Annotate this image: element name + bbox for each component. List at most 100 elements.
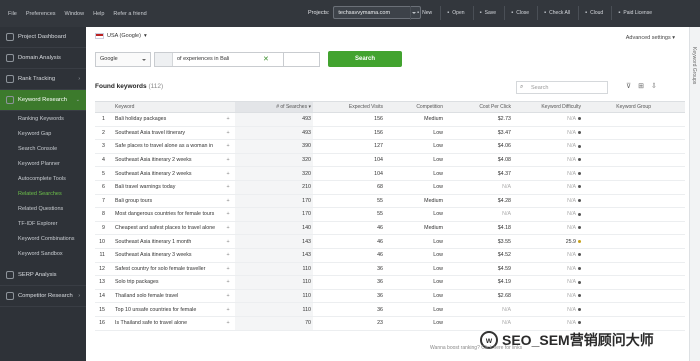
table-row[interactable]: 6 Bali travel warnings today +210 68 Low N/A N… [95, 180, 685, 195]
advanced-settings-link[interactable]: Advanced settings ▾ [626, 35, 675, 41]
header-visits[interactable]: Expected Visits [313, 104, 387, 110]
sidebar-item-keyword-research[interactable]: Keyword Research ⌄ [0, 90, 86, 111]
menu-item-window[interactable]: Window [65, 11, 85, 17]
export-icon[interactable]: ⇩ [651, 82, 657, 90]
header-keyword[interactable]: Keyword [107, 104, 221, 110]
sidebar-item-rank-tracking[interactable]: Rank Tracking › [0, 69, 86, 90]
keyword-cell[interactable]: Safe places to travel alone as a woman i… [107, 143, 221, 149]
add-keyword-icon[interactable]: + [221, 198, 235, 204]
table-row[interactable]: 16 Is Thailand safe to travel alone +70 23 L… [95, 316, 685, 331]
keyword-cell[interactable]: Top 10 unsafe countries for female [107, 307, 221, 313]
search-engine-select[interactable]: Google [95, 51, 151, 67]
add-keyword-icon[interactable]: + [221, 225, 235, 231]
add-keyword-icon[interactable]: + [221, 252, 235, 258]
table-row[interactable]: 15 Top 10 unsafe countries for female +110… [95, 303, 685, 317]
sidebar-item-domain-analysis[interactable]: Domain Analysis [0, 48, 86, 69]
add-keyword-icon[interactable]: + [221, 320, 235, 326]
add-keyword-icon[interactable]: + [221, 157, 235, 163]
menu-item-preferences[interactable]: Preferences [26, 11, 56, 17]
keyword-input[interactable] [173, 56, 261, 62]
submenu-item-related-questions[interactable]: Related Questions [0, 201, 86, 216]
add-keyword-icon[interactable]: + [221, 171, 235, 177]
keyword-cell[interactable]: Most dangerous countries for female tour… [107, 211, 221, 217]
difficulty-value: N/A [567, 129, 576, 136]
add-keyword-icon[interactable]: + [221, 293, 235, 299]
keyword-cell[interactable]: Southeast Asia itinerary 2 weeks [107, 157, 221, 163]
keyword-cell[interactable]: Southeast Asia travel itinerary [107, 130, 221, 136]
table-row[interactable]: 3 Safe places to travel alone as a woman … [95, 140, 685, 154]
keyword-cell[interactable]: Bali holiday packages [107, 116, 221, 122]
menu-item-file[interactable]: File [8, 11, 17, 17]
header-cpc[interactable]: Cost Per Click [447, 104, 515, 110]
keyword-cell[interactable]: Is Thailand safe to travel alone [107, 320, 221, 326]
submenu-item-keyword-sandbox[interactable]: Keyword Sandbox [0, 246, 86, 261]
table-row[interactable]: 10 Southeast Asia itinerary 1 month +143 46… [95, 235, 685, 249]
footer-banner[interactable]: Wanna boost ranking? Click here for link… [430, 345, 522, 351]
keyword-cell[interactable]: Bali travel warnings today [107, 184, 221, 190]
keyword-cell[interactable]: Cheapest and safest places to travel alo… [107, 225, 221, 231]
table-row[interactable]: 4 Southeast Asia itinerary 2 weeks +320 104… [95, 153, 685, 168]
toolbar-new-button[interactable]: ▪ New [410, 6, 438, 20]
submenu-item-tf-idf-explorer[interactable]: TF-IDF Explorer [0, 216, 86, 231]
keyword-cell[interactable]: Solo trip packages [107, 279, 221, 285]
submenu-item-autocomplete-tools[interactable]: Autocomplete Tools [0, 171, 86, 186]
project-select[interactable]: techsavvymama.com [333, 6, 422, 19]
sidebar-item-label: Project Dashboard [18, 34, 67, 40]
add-keyword-icon[interactable]: + [221, 130, 235, 136]
header-difficulty[interactable]: Keyword Difficulty [515, 104, 585, 110]
header-competition[interactable]: Competition [387, 104, 447, 110]
sidebar-item-project-dashboard[interactable]: Project Dashboard [0, 27, 86, 48]
keyword-cell[interactable]: Southeast Asia itinerary 3 weeks [107, 252, 221, 258]
grid-icon[interactable]: ⊞ [638, 82, 644, 90]
location-selector[interactable]: USA (Google) ▾ [95, 33, 147, 39]
toolbar-check-all-button[interactable]: ▪ Check All [537, 6, 576, 20]
table-row[interactable]: 14 Thailand solo female travel +110 36 Low $2… [95, 289, 685, 304]
toolbar-cloud-button[interactable]: ▪ Cloud [578, 6, 609, 20]
submenu-item-keyword-combinations[interactable]: Keyword Combinations [0, 231, 86, 246]
search-button[interactable]: Search [328, 51, 402, 67]
sidebar-item-competitor-research[interactable]: Competitor Research › [0, 286, 86, 307]
table-row[interactable]: 2 Southeast Asia travel itinerary +493 156 L… [95, 126, 685, 141]
header-searches[interactable]: # of Searches ▾ [235, 102, 313, 112]
keyword-cell[interactable]: Safest country for solo female traveller [107, 266, 221, 272]
table-row[interactable]: 8 Most dangerous countries for female tou… [95, 208, 685, 222]
sidebar-item-serp-analysis[interactable]: SERP Analysis [0, 265, 86, 286]
filter-icon[interactable]: ⊽ [626, 82, 631, 90]
menu-item-refer-a-friend[interactable]: Refer a friend [113, 11, 146, 17]
toolbar-save-button[interactable]: ▪ Save [472, 6, 503, 20]
table-row[interactable]: 7 Bali group tours +170 55 Medium $4.28 N/A [95, 194, 685, 209]
keyword-cell[interactable]: Bali group tours [107, 198, 221, 204]
add-keyword-icon[interactable]: + [221, 266, 235, 272]
add-keyword-icon[interactable]: + [221, 211, 235, 217]
submenu-item-search-console[interactable]: Search Console [0, 141, 86, 156]
table-row[interactable]: 9 Cheapest and safest places to travel al… [95, 221, 685, 236]
row-index: 8 [102, 211, 105, 218]
toolbar-close-button[interactable]: ▪ Close [504, 6, 535, 20]
keyword-groups-panel[interactable]: Keyword Groups [689, 27, 700, 361]
add-keyword-icon[interactable]: + [221, 184, 235, 190]
submenu-item-ranking-keywords[interactable]: Ranking Keywords [0, 111, 86, 126]
clear-icon[interactable]: ✕ [263, 55, 269, 63]
table-row[interactable]: 13 Solo trip packages +110 36 Low $4.19 N/A [95, 276, 685, 290]
add-keyword-icon[interactable]: + [221, 279, 235, 285]
menu-item-help[interactable]: Help [93, 11, 104, 17]
keyword-cell[interactable]: Southeast Asia itinerary 1 month [107, 239, 221, 245]
table-row[interactable]: 11 Southeast Asia itinerary 3 weeks +143 46… [95, 248, 685, 263]
submenu-item-keyword-planner[interactable]: Keyword Planner [0, 156, 86, 171]
add-keyword-icon[interactable]: + [221, 116, 235, 122]
table-row[interactable]: 5 Southeast Asia itinerary 2 weeks +320 104… [95, 167, 685, 181]
toolbar-paid-license-button[interactable]: ▪ Paid License [611, 6, 658, 20]
add-keyword-icon[interactable]: + [221, 143, 235, 149]
add-keyword-icon[interactable]: + [221, 307, 235, 313]
add-keyword-icon[interactable]: + [221, 239, 235, 245]
keyword-input-extra[interactable] [284, 51, 320, 67]
table-row[interactable]: 12 Safest country for solo female travell… [95, 262, 685, 277]
submenu-item-keyword-gap[interactable]: Keyword Gap [0, 126, 86, 141]
keyword-cell[interactable]: Southeast Asia itinerary 2 weeks [107, 171, 221, 177]
header-group[interactable]: Keyword Group [585, 104, 655, 110]
keyword-cell[interactable]: Thailand solo female travel [107, 293, 221, 299]
table-row[interactable]: 1 Bali holiday packages +493 156 Medium $2.73… [95, 113, 685, 127]
toolbar-open-button[interactable]: ▪ Open [440, 6, 470, 20]
submenu-item-related-searches[interactable]: Related Searches [0, 186, 86, 201]
table-search-input[interactable]: ⌕ Search [516, 81, 608, 94]
